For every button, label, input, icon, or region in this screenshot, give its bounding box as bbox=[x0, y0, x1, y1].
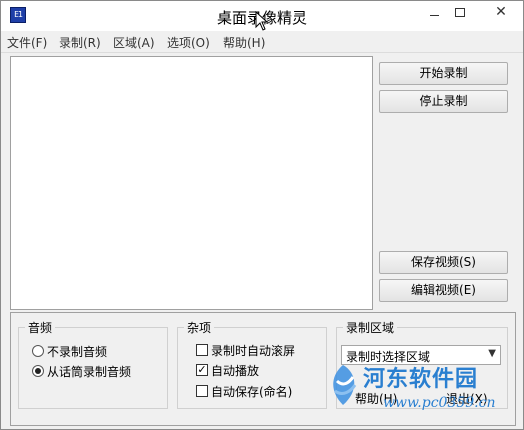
minimize-icon bbox=[429, 15, 439, 16]
close-icon: ✕ bbox=[495, 4, 507, 20]
region-group-title: 录制区域 bbox=[343, 319, 398, 336]
audio-group-title: 音频 bbox=[25, 319, 56, 336]
auto-scroll-checkbox[interactable] bbox=[196, 344, 208, 356]
menu-region[interactable]: 区域(A) bbox=[113, 34, 155, 51]
misc-group-title: 杂项 bbox=[184, 319, 215, 336]
save-video-button[interactable]: 保存视频(S) bbox=[379, 251, 508, 274]
app-window: E1 桌面录像精灵 ✕ 文件(F) 录制(R) 区域(A) 选项(O) 帮助(H… bbox=[0, 0, 524, 430]
menu-record[interactable]: 录制(R) bbox=[59, 34, 101, 51]
checkmark-icon: ✓ bbox=[197, 363, 207, 376]
auto-save-checkbox[interactable] bbox=[196, 385, 208, 397]
mic-audio-radio[interactable] bbox=[32, 365, 44, 377]
watermark-logo-icon bbox=[333, 365, 357, 405]
mouse-cursor-icon bbox=[255, 11, 269, 31]
title-bar[interactable]: E1 桌面录像精灵 ✕ bbox=[1, 1, 523, 31]
maximize-button[interactable] bbox=[445, 1, 475, 25]
auto-scroll-label[interactable]: 录制时自动滚屏 bbox=[211, 342, 295, 359]
menu-help[interactable]: 帮助(H) bbox=[223, 34, 265, 51]
close-button[interactable]: ✕ bbox=[479, 1, 523, 25]
auto-play-label[interactable]: 自动播放 bbox=[211, 362, 259, 379]
stop-record-button[interactable]: 停止录制 bbox=[379, 90, 508, 113]
edit-video-button[interactable]: 编辑视频(E) bbox=[379, 279, 508, 302]
auto-save-label[interactable]: 自动保存(命名) bbox=[211, 383, 292, 400]
no-audio-label[interactable]: 不录制音频 bbox=[47, 343, 107, 360]
menu-options[interactable]: 选项(O) bbox=[167, 34, 210, 51]
menu-file[interactable]: 文件(F) bbox=[7, 34, 47, 51]
chevron-down-icon: ▼ bbox=[488, 348, 496, 359]
preview-area bbox=[10, 56, 373, 310]
watermark-url: www.pc0359.cn bbox=[383, 395, 496, 411]
menu-bar: 文件(F) 录制(R) 区域(A) 选项(O) 帮助(H) bbox=[1, 31, 523, 53]
watermark: 河东软件园 www.pc0359.cn bbox=[323, 361, 523, 425]
auto-play-checkbox[interactable]: ✓ bbox=[196, 364, 208, 376]
watermark-name: 河东软件园 bbox=[363, 366, 479, 392]
no-audio-radio[interactable] bbox=[32, 345, 44, 357]
mic-audio-label[interactable]: 从话筒录制音频 bbox=[47, 363, 131, 380]
maximize-icon bbox=[455, 8, 465, 17]
start-record-button[interactable]: 开始录制 bbox=[379, 62, 508, 85]
